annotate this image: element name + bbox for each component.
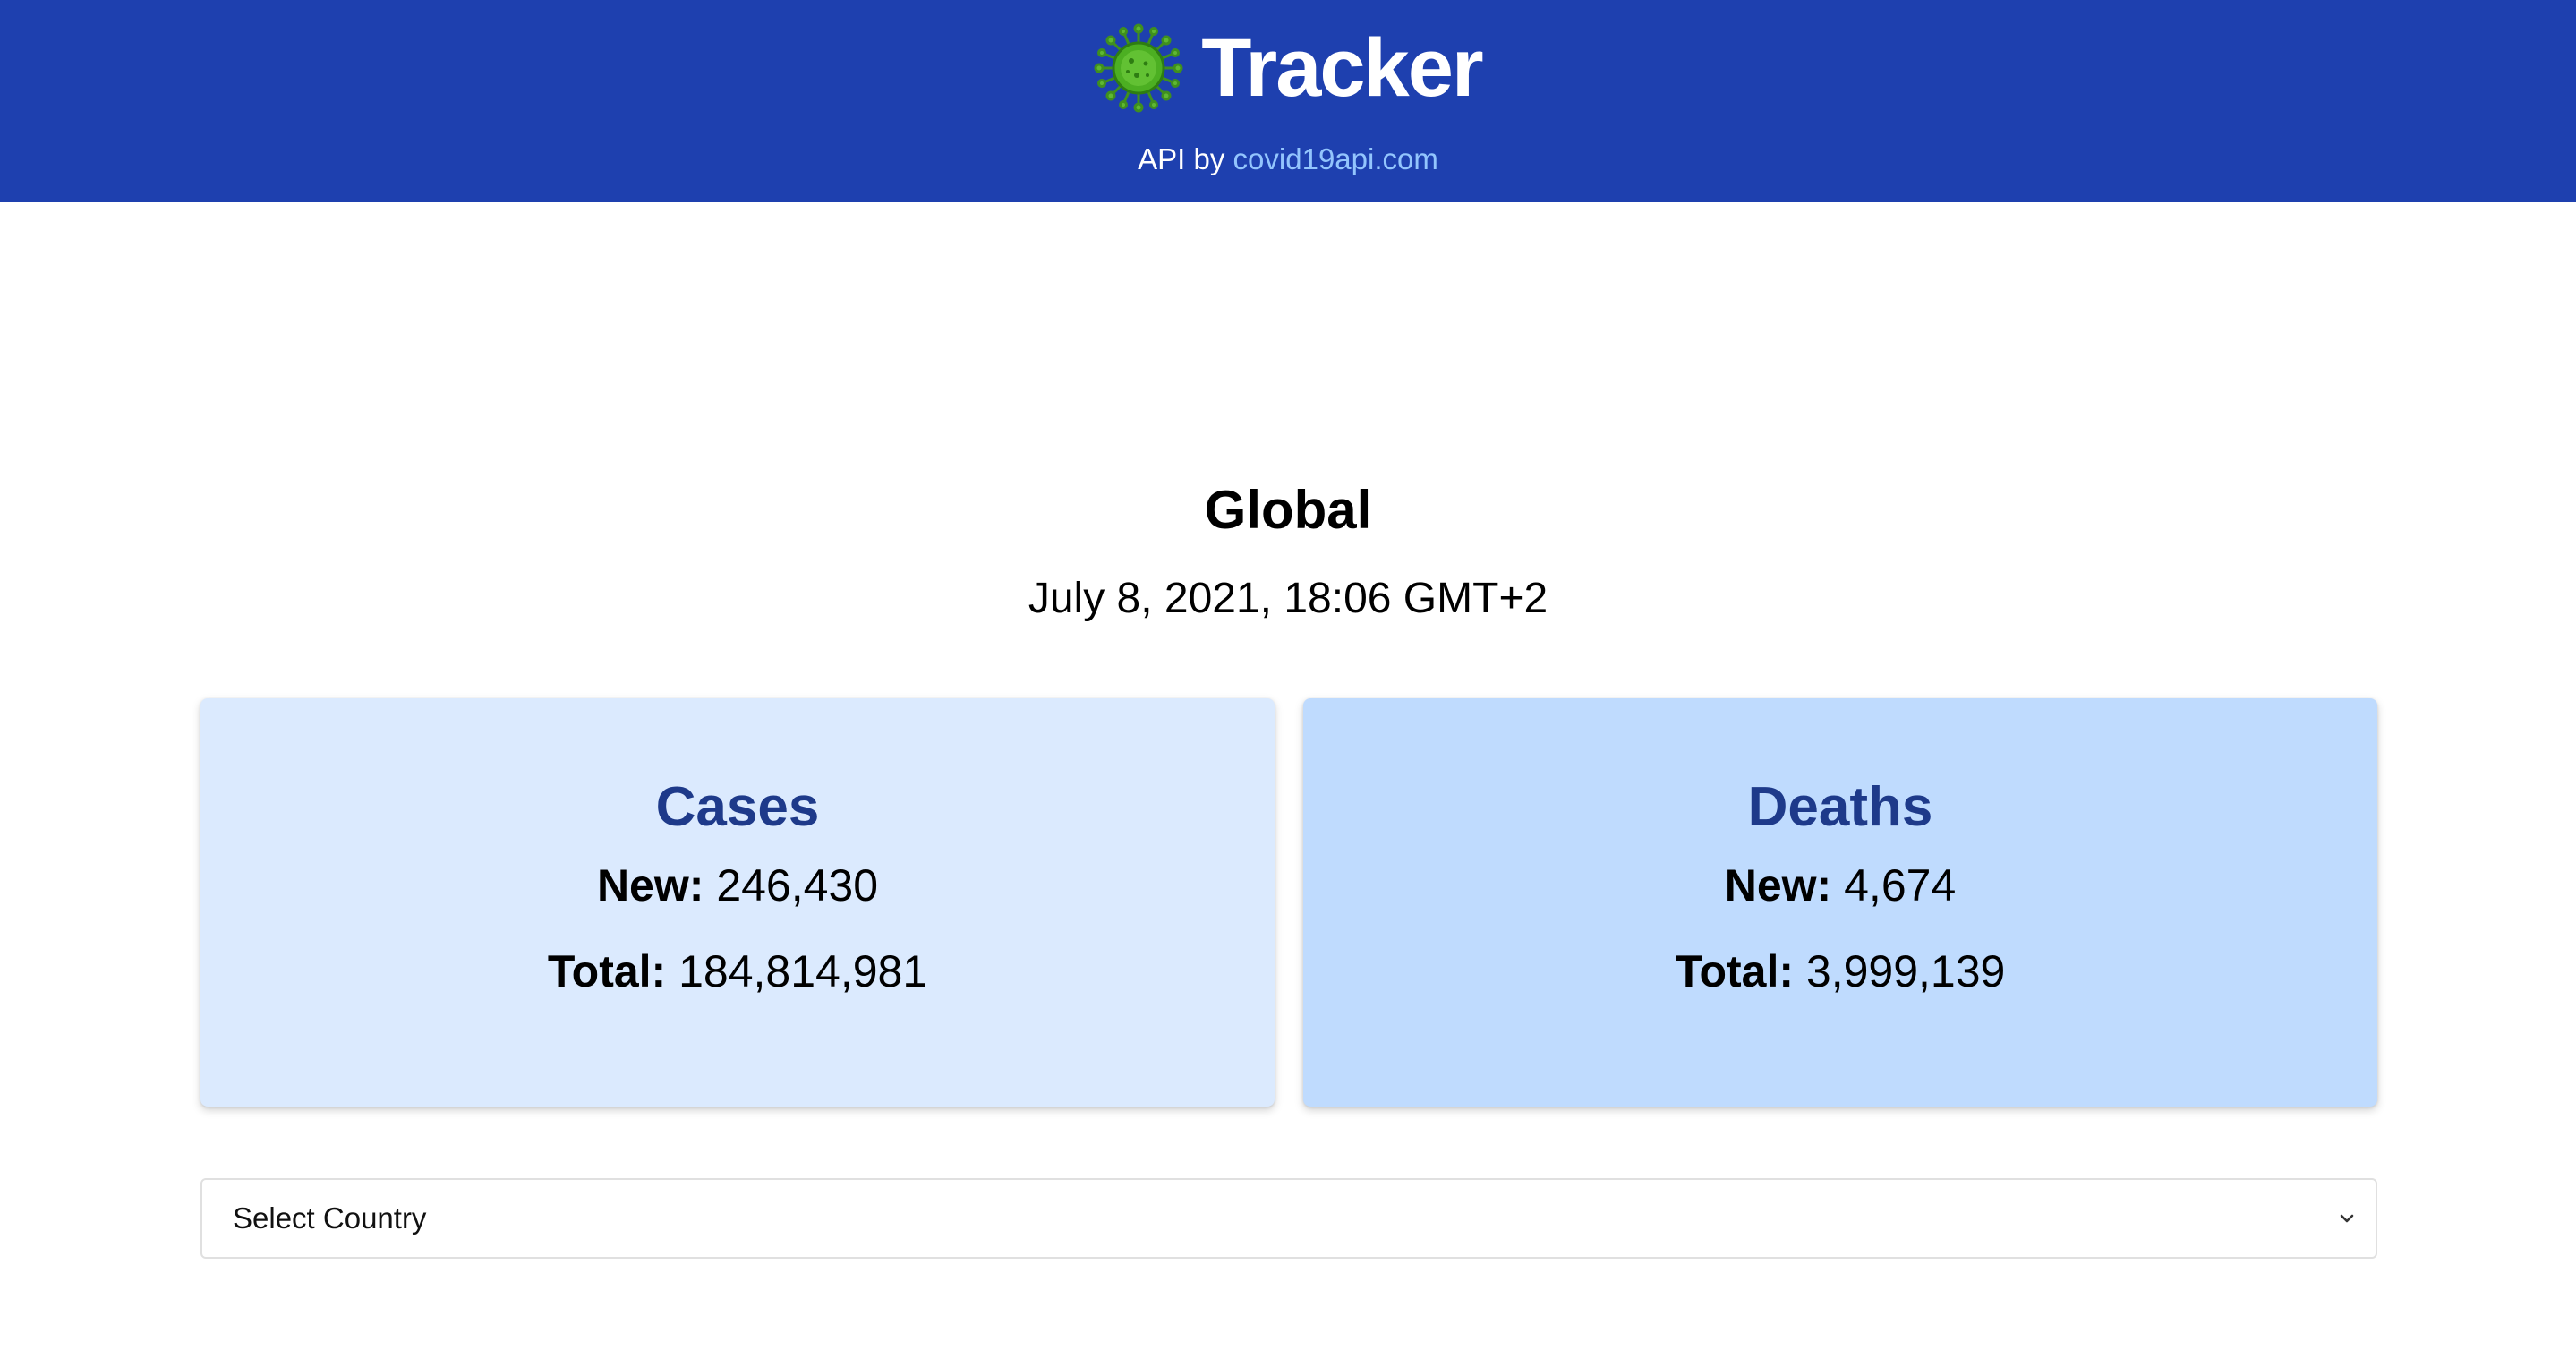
deaths-new-stat: New: 4,674 [1725, 858, 1957, 913]
cases-total-stat: Total: 184,814,981 [548, 944, 927, 999]
cases-card: Cases New: 246,430 Total: 184,814,981 [200, 698, 1275, 1107]
cases-total-value: 184,814,981 [678, 946, 928, 996]
app-title: Tracker [1201, 22, 1483, 114]
chevron-down-icon [2340, 1214, 2354, 1223]
deaths-total-stat: Total: 3,999,139 [1676, 944, 2006, 999]
cases-card-title: Cases [655, 776, 820, 838]
country-select[interactable]: Select Country [200, 1178, 2377, 1259]
virus-icon [1094, 23, 1183, 113]
api-credit-label: API by [1138, 142, 1225, 175]
brand: Tracker [1094, 20, 1484, 116]
deaths-new-value: 4,674 [1844, 860, 1957, 910]
stats-cards: Cases New: 246,430 Total: 184,814,981 De… [200, 698, 2377, 1107]
scope-title: Global [1204, 480, 1372, 540]
deaths-total-value: 3,999,139 [1805, 946, 2006, 996]
app-header: Tracker API by covid19api.com [0, 0, 2576, 202]
country-select-value: Select Country [233, 1201, 427, 1235]
deaths-card-title: Deaths [1747, 776, 1933, 838]
cases-new-value: 246,430 [716, 860, 879, 910]
deaths-new-label: New: [1724, 860, 1832, 910]
deaths-card: Deaths New: 4,674 Total: 3,999,139 [1303, 698, 2377, 1107]
api-credit: API by covid19api.com [1138, 141, 1438, 177]
last-updated-date: July 8, 2021, 18:06 GMT+2 [1028, 575, 1548, 622]
cases-new-label: New: [596, 860, 704, 910]
cases-new-stat: New: 246,430 [597, 858, 878, 913]
deaths-total-label: Total: [1675, 946, 1795, 996]
cases-total-label: Total: [547, 946, 667, 996]
api-source-link[interactable]: covid19api.com [1233, 142, 1438, 175]
